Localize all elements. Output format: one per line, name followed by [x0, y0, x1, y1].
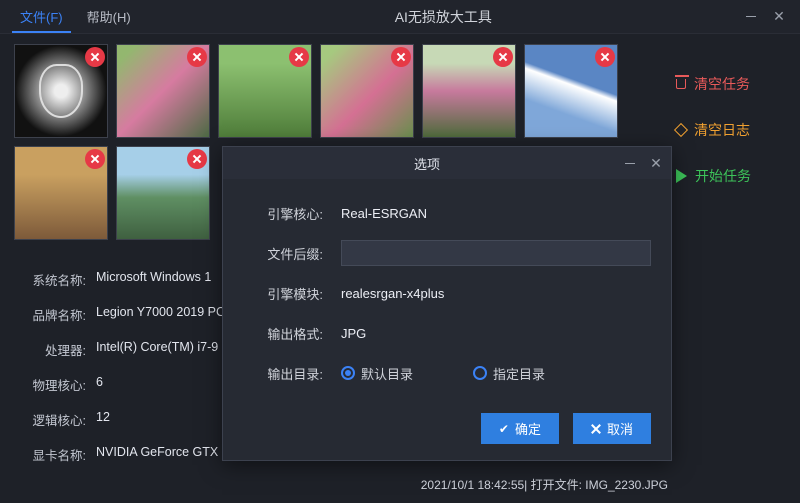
sysinfo-value: 6 — [96, 375, 103, 394]
log-line: 2021/10/1 18:42:55| 打开文件: IMG_2230.JPG — [421, 476, 668, 493]
minimize-icon[interactable] — [744, 10, 758, 24]
radio-label: 默认目录 — [361, 364, 413, 383]
diamond-icon — [674, 123, 688, 137]
title-bar: 文件(F) 帮助(H) AI无损放大工具 ✕ — [0, 0, 800, 34]
remove-icon[interactable] — [187, 47, 207, 67]
file-suffix-input[interactable] — [341, 240, 651, 266]
remove-icon[interactable] — [391, 47, 411, 67]
start-task-button[interactable]: 开始任务 — [672, 166, 751, 186]
remove-icon[interactable] — [85, 47, 105, 67]
sysinfo-label: 显卡名称: — [14, 445, 86, 464]
sysinfo-value: Legion Y7000 2019 PC — [96, 305, 225, 324]
radio-custom-dir[interactable]: 指定目录 — [473, 364, 545, 383]
dialog-minimize-icon[interactable] — [623, 156, 637, 170]
button-label: 确定 — [515, 419, 541, 438]
options-dialog: 选项 ✕ 引擎核心: Real-ESRGAN 文件后缀: 引擎模块: reale… — [222, 146, 672, 461]
radio-default-dir[interactable]: 默认目录 — [341, 364, 413, 383]
remove-icon[interactable] — [85, 149, 105, 169]
action-label: 清空任务 — [694, 74, 750, 94]
action-label: 开始任务 — [695, 166, 751, 186]
dialog-title-bar[interactable]: 选项 ✕ — [223, 147, 671, 179]
thumbnail-item[interactable] — [14, 146, 108, 240]
option-label: 引擎核心: — [243, 204, 323, 223]
option-label: 输出格式: — [243, 324, 323, 343]
sysinfo-label: 物理核心: — [14, 375, 86, 394]
remove-icon[interactable] — [289, 47, 309, 67]
thumbnail-item[interactable] — [116, 44, 210, 138]
menu-help[interactable]: 帮助(H) — [75, 1, 143, 32]
thumbnail-item[interactable] — [14, 44, 108, 138]
option-label: 输出目录: — [243, 364, 323, 383]
sysinfo-label: 系统名称: — [14, 270, 86, 289]
sysinfo-label: 品牌名称: — [14, 305, 86, 324]
action-panel: 清空任务 清空日志 开始任务 — [672, 34, 800, 503]
window-title: AI无损放大工具 — [143, 7, 744, 27]
cancel-button[interactable]: 取消 — [573, 413, 651, 444]
thumbnail-item[interactable] — [116, 146, 210, 240]
remove-icon[interactable] — [187, 149, 207, 169]
dialog-close-icon[interactable]: ✕ — [649, 156, 663, 170]
sysinfo-value: Microsoft Windows 1 — [96, 270, 211, 289]
sysinfo-value: 12 — [96, 410, 110, 429]
thumbnail-item[interactable] — [422, 44, 516, 138]
radio-icon — [341, 366, 355, 380]
option-label: 文件后缀: — [243, 244, 323, 263]
sysinfo-label: 逻辑核心: — [14, 410, 86, 429]
action-label: 清空日志 — [694, 120, 750, 140]
output-format-value: JPG — [341, 326, 366, 341]
thumbnail-item[interactable] — [320, 44, 414, 138]
dialog-title: 选项 — [231, 154, 623, 173]
cross-icon — [591, 424, 601, 434]
play-icon — [676, 169, 687, 183]
thumbnail-item[interactable] — [218, 44, 312, 138]
clear-tasks-button[interactable]: 清空任务 — [672, 74, 750, 94]
button-label: 取消 — [607, 419, 633, 438]
engine-core-value: Real-ESRGAN — [341, 206, 427, 221]
remove-icon[interactable] — [595, 47, 615, 67]
sysinfo-label: 处理器: — [14, 340, 86, 359]
remove-icon[interactable] — [493, 47, 513, 67]
sysinfo-value: Intel(R) Core(TM) i7-9 — [96, 340, 218, 359]
radio-icon — [473, 366, 487, 380]
close-icon[interactable]: ✕ — [772, 10, 786, 24]
ok-button[interactable]: 确定 — [481, 413, 559, 444]
check-icon — [499, 421, 509, 436]
engine-module-value: realesrgan-x4plus — [341, 286, 444, 301]
clear-log-button[interactable]: 清空日志 — [672, 120, 750, 140]
thumbnail-item[interactable] — [524, 44, 618, 138]
trash-icon — [676, 79, 686, 89]
menu-file[interactable]: 文件(F) — [8, 1, 75, 32]
option-label: 引擎模块: — [243, 284, 323, 303]
radio-label: 指定目录 — [493, 364, 545, 383]
